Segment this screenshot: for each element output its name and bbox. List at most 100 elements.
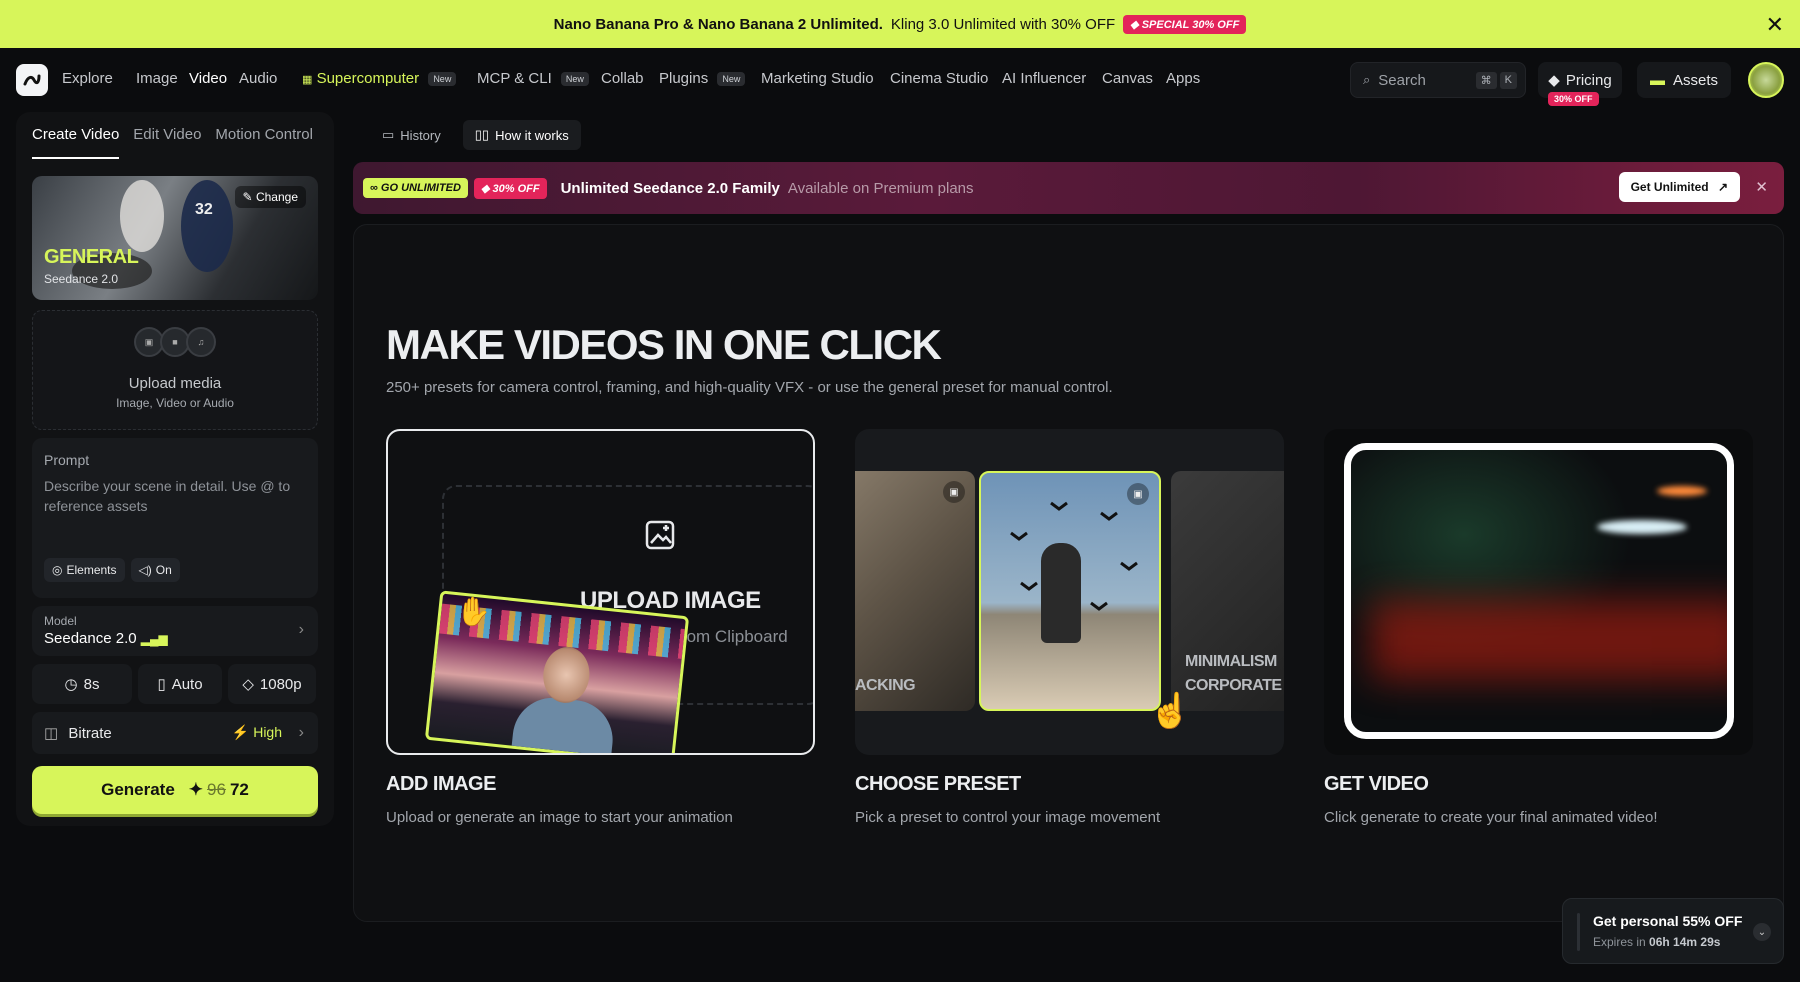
logo-icon	[23, 74, 41, 86]
nav-marketing-studio[interactable]: Marketing Studio	[761, 70, 874, 87]
toast-expiry-value: 06h 14m 29s	[1649, 935, 1721, 949]
speaker-icon: ◁)	[138, 563, 152, 577]
model-name: Seedance 2.0	[44, 630, 137, 647]
create-panel: Create Video Edit Video Motion Control 3…	[16, 112, 334, 826]
video-light	[1597, 520, 1687, 534]
change-label: Change	[255, 190, 298, 204]
prompt-field[interactable]: Prompt Describe your scene in detail. Us…	[32, 438, 318, 598]
step-choose-preset-preview: ACKING ▣ ▣ MINIMALISM CORPORATE ☝	[855, 429, 1284, 755]
promo-badge: ◆ SPECIAL 30% OFF	[1123, 14, 1247, 34]
toast-expiry: Expires in 06h 14m 29s	[1593, 935, 1720, 949]
duration-selector[interactable]: ◷ 8s	[32, 664, 132, 704]
bitrate-selector[interactable]: ◫ Bitrate ⚡ High ›	[32, 712, 318, 754]
tab-how-it-works-label: How it works	[495, 127, 569, 143]
nav-mcp[interactable]: MCP & CLI New	[477, 70, 589, 87]
tab-how-it-works[interactable]: ▯▯ How it works	[462, 120, 581, 150]
model-value: Seedance 2.0 ▂▄▆	[44, 630, 168, 647]
preset-card[interactable]: 32 ✎ Change GENERAL Seedance 2.0	[32, 176, 318, 300]
search-input[interactable]: ⌕ Search ⌘ K	[1350, 62, 1526, 98]
tab-motion-control[interactable]: Motion Control	[215, 126, 313, 159]
get-unlimited-button[interactable]: Get Unlimited ↗	[1618, 172, 1740, 202]
discount-badge: ◆ 30% OFF	[473, 177, 547, 199]
prompt-actions: ◎ Elements ◁) On	[44, 558, 180, 582]
step-desc-get-video: Click generate to create your final anim…	[1324, 809, 1658, 826]
promo-bold-text: Nano Banana Pro & Nano Banana 2 Unlimite…	[553, 15, 883, 33]
preset-icon: ▣	[1127, 483, 1149, 505]
resolution-value: 1080p	[259, 675, 302, 693]
assets-button[interactable]: ▬ Assets	[1637, 62, 1731, 98]
resolution-selector[interactable]: ◇ 1080p	[228, 664, 316, 704]
aspect-icon: ▯	[157, 676, 166, 693]
prompt-placeholder: Describe your scene in detail. Use @ to …	[44, 478, 291, 514]
generate-button[interactable]: Generate ✦ 96 72	[32, 766, 318, 814]
promo-badge-label: SPECIAL 30% OFF	[1141, 18, 1240, 31]
hand-pointer-icon: ☝	[1149, 692, 1192, 730]
elements-button[interactable]: ◎ Elements	[44, 558, 125, 582]
preset-thumb-selected[interactable]: ▣	[979, 471, 1161, 711]
nav-collab[interactable]: Collab	[601, 70, 644, 87]
clock-icon: ◷	[64, 676, 78, 693]
duration-value: 8s	[83, 675, 100, 693]
audio-label: On	[155, 563, 172, 577]
assets-label: Assets	[1672, 71, 1718, 89]
avatar[interactable]	[1748, 62, 1784, 98]
close-icon[interactable]: ✕	[1766, 12, 1784, 38]
nav-canvas[interactable]: Canvas	[1102, 70, 1153, 87]
tab-history[interactable]: ▭ History	[370, 120, 453, 150]
nav-cinema-studio[interactable]: Cinema Studio	[890, 70, 988, 87]
chevron-down-icon[interactable]: ⌄	[1753, 923, 1771, 941]
folder-icon: ▬	[1649, 71, 1665, 89]
top-nav: Explore Image Video Audio ▦ Supercompute…	[0, 48, 1800, 112]
pricing-label: Pricing	[1565, 71, 1612, 89]
preset-title: GENERAL	[44, 246, 139, 268]
video-blur-red	[1371, 600, 1727, 680]
tag-icon: ◆	[1130, 18, 1139, 31]
audio-toggle[interactable]: ◁) On	[130, 558, 180, 582]
nav-plugins[interactable]: Plugins New	[659, 70, 746, 87]
generate-label: Generate	[101, 780, 175, 799]
nav-image[interactable]: Image	[136, 70, 178, 87]
step-title-add-image: ADD IMAGE	[386, 773, 496, 795]
subheadline: 250+ presets for camera control, framing…	[386, 379, 1113, 396]
aspect-selector[interactable]: ▯ Auto	[138, 664, 222, 704]
close-icon[interactable]: ✕	[1755, 178, 1768, 196]
book-icon: ▯▯	[474, 127, 490, 142]
discount-toast[interactable]: Get personal 55% OFF Expires in 06h 14m …	[1562, 898, 1784, 964]
upload-media-dropzone[interactable]: ▣ ■ ♫ Upload media Image, Video or Audio	[32, 310, 318, 430]
kbd-k: K	[1499, 72, 1517, 89]
shortcut-hint: ⌘ K	[1475, 72, 1517, 89]
model-selector[interactable]: Model Seedance 2.0 ▂▄▆ ›	[32, 606, 318, 656]
new-tag: New	[717, 72, 746, 87]
preset-label-minimalism: MINIMALISM	[1185, 653, 1277, 670]
tab-history-label: History	[400, 127, 441, 143]
nav-explore[interactable]: Explore	[62, 70, 113, 87]
bitrate-value: ⚡ High	[232, 724, 282, 741]
discount-label: 30% OFF	[492, 182, 540, 195]
new-tag: New	[428, 72, 457, 87]
chevron-right-icon: ›	[298, 724, 304, 741]
nav-supercomputer[interactable]: ▦ Supercomputer New	[302, 70, 457, 87]
nav-apps[interactable]: Apps	[1166, 70, 1200, 87]
preset-thumb-minimalism[interactable]: MINIMALISM CORPORATE	[1171, 471, 1284, 711]
chevron-right-icon: ›	[298, 621, 304, 638]
change-preset-button[interactable]: ✎ Change	[234, 186, 306, 208]
bolt-icon: ⚡	[231, 724, 250, 740]
bitrate-label: Bitrate	[68, 725, 112, 742]
nav-video[interactable]: Video	[189, 70, 227, 87]
nav-audio[interactable]: Audio	[239, 70, 277, 87]
media-type-icons: ▣ ■ ♫	[33, 327, 317, 357]
upload-title: Upload media	[128, 375, 222, 392]
pricing-discount-badge: 30% OFF	[1548, 92, 1599, 106]
new-tag: New	[560, 72, 589, 87]
logo[interactable]	[16, 64, 48, 96]
bitrate-icon: ◫	[44, 725, 59, 742]
nav-ai-influencer[interactable]: AI Influencer	[1002, 70, 1086, 87]
preset-thumb-tracking[interactable]: ACKING ▣	[855, 471, 975, 711]
tab-edit-video[interactable]: Edit Video	[133, 126, 201, 159]
banner-title: Unlimited Seedance 2.0 Family	[560, 179, 780, 197]
promo-bar: Nano Banana Pro & Nano Banana 2 Unlimite…	[0, 0, 1800, 48]
step-desc-choose-preset: Pick a preset to control your image move…	[855, 809, 1161, 826]
toast-accent	[1577, 913, 1580, 951]
tab-create-video[interactable]: Create Video	[32, 126, 120, 159]
signal-icon: ▂▄▆	[140, 632, 168, 646]
